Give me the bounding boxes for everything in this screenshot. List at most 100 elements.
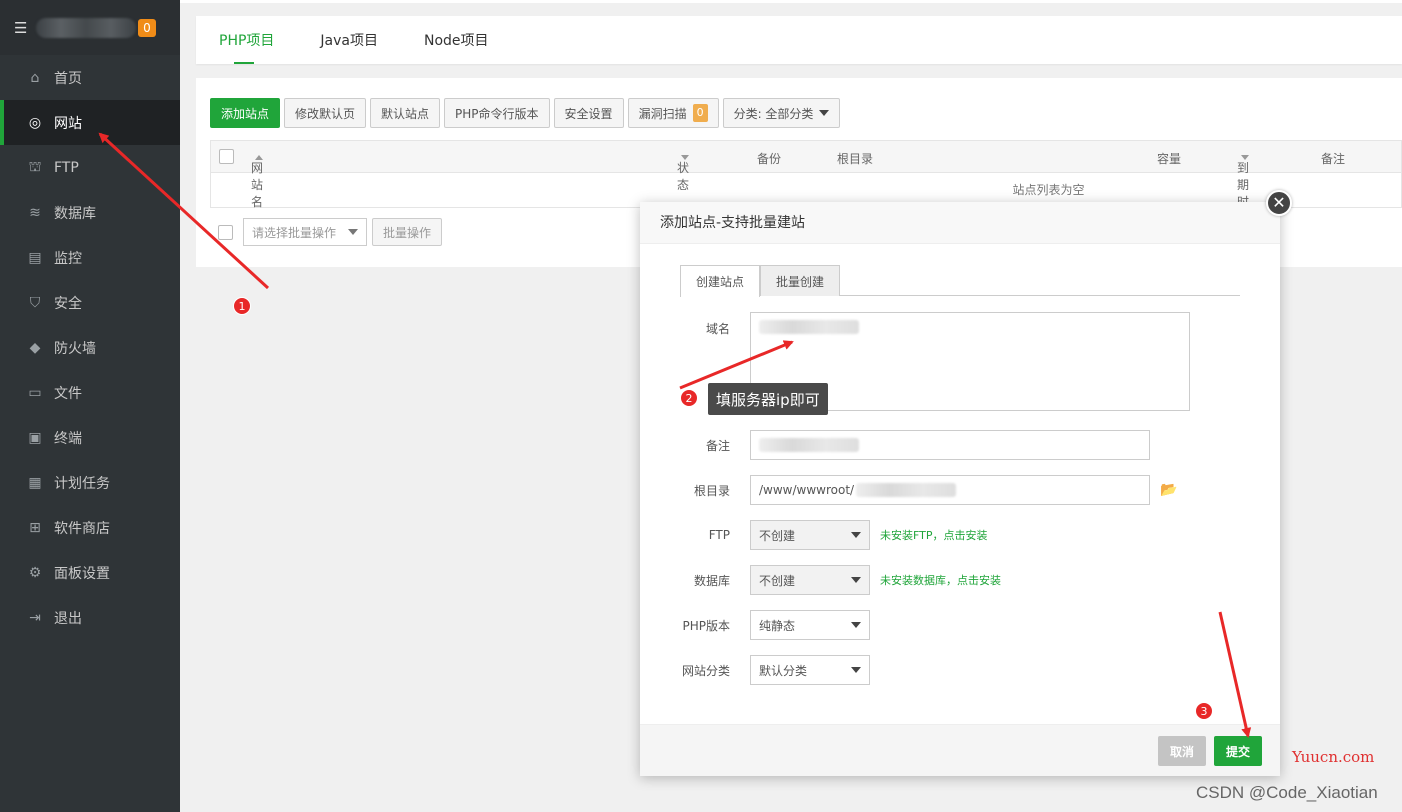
add-site-dialog: 添加站点-支持批量建站 ✕ 创建站点 批量创建 域名 备注 根目录 /www/w… [640, 190, 1292, 776]
database-label: 数据库 [693, 573, 730, 588]
tab-batch-create[interactable]: 批量创建 [760, 265, 841, 296]
cancel-button[interactable]: 取消 [1158, 736, 1207, 766]
chevron-down-icon [851, 622, 861, 628]
root-dir-blurred [856, 483, 957, 497]
add-site-button[interactable]: 添加站点 [210, 98, 281, 128]
submit-button[interactable]: 提交 [1214, 736, 1263, 766]
sidebar-item-monitor[interactable]: ▤ 监控 [0, 235, 180, 280]
sidebar-item-label: 首页 [54, 70, 82, 87]
sidebar-item-label: 数据库 [54, 205, 96, 222]
domain-label: 域名 [705, 322, 730, 336]
default-site-button[interactable]: 默认站点 [370, 98, 441, 128]
root-dir-label: 根目录 [693, 483, 730, 498]
batch-select-placeholder: 请选择批量操作 [252, 225, 337, 240]
root-dir-value: /www/wwwroot/ [759, 483, 855, 497]
monitor-icon: ▤ [28, 249, 42, 266]
notification-badge[interactable]: 0 [138, 18, 156, 37]
site-category-select[interactable]: 默认分类 [750, 655, 870, 685]
sidebar-item-label: 网站 [54, 115, 82, 132]
vuln-scan-label: 漏洞扫描 [638, 106, 687, 121]
header-site-name-label: 网站名 [251, 161, 264, 209]
header-status[interactable]: 状态 [677, 150, 689, 192]
project-tabs: PHP项目 Java项目 Node项目 [196, 16, 1402, 64]
settings-icon: ⚙ [28, 564, 42, 581]
modify-default-page-button[interactable]: 修改默认页 [284, 98, 367, 128]
header-expire[interactable]: 到期时间 [1237, 150, 1249, 226]
tab-java-project[interactable]: Java项目 [297, 16, 401, 64]
php-cli-version-button[interactable]: PHP命令行版本 [444, 98, 550, 128]
vuln-scan-button[interactable]: 漏洞扫描 0 [627, 98, 719, 128]
chevron-down-icon [851, 667, 861, 673]
remark-input[interactable] [750, 430, 1150, 460]
sidebar-item-globe[interactable]: ◎ 网站 [0, 100, 180, 145]
watermark-csdn: CSDN @Code_Xiaotian [1196, 783, 1378, 802]
site-category-row: 网站分类 默认分类 [640, 655, 1280, 685]
sidebar-item-terminal[interactable]: ▣ 终端 [0, 415, 180, 460]
folder-icon: ▭ [28, 384, 42, 401]
ftp-row: FTP 不创建 未安装FTP，点击安装 [640, 520, 1280, 550]
remark-value-blurred [759, 438, 859, 452]
sidebar-item-apps[interactable]: ⊞ 软件商店 [0, 505, 180, 550]
watermark-yuucn: Yuucn.com [1292, 748, 1375, 766]
vuln-count-badge: 0 [692, 104, 708, 122]
header-root: 根目录 [837, 152, 874, 166]
tab-node-project[interactable]: Node项目 [401, 16, 512, 64]
batch-operate-button[interactable]: 批量操作 [372, 218, 443, 246]
tab-php-project[interactable]: PHP项目 [196, 16, 297, 64]
step-2-marker: 2 [680, 389, 698, 407]
category-select-label: 分类: 全部分类 [733, 106, 814, 121]
firewall-icon: ◆ [29, 339, 41, 356]
php-version-select[interactable]: 纯静态 [750, 610, 870, 640]
tab-create-site[interactable]: 创建站点 [680, 265, 761, 297]
header-backup: 备份 [757, 152, 782, 166]
site-table: 网站名 状态 备份 根目录 容量 到期时间 备注 站点列表为空 [210, 140, 1402, 226]
dialog-title: 添加站点-支持批量建站 [640, 202, 1280, 244]
sidebar-item-label: 终端 [54, 430, 82, 447]
header-capacity: 容量 [1157, 152, 1182, 166]
sidebar-item-home[interactable]: ⌂ 首页 [0, 55, 180, 100]
category-select[interactable]: 分类: 全部分类 [722, 98, 841, 128]
chevron-down-icon [819, 110, 830, 116]
home-icon: ⌂ [30, 69, 40, 86]
database-select-value: 不创建 [759, 573, 796, 588]
step-3-marker: 3 [1195, 702, 1213, 720]
sidebar-item-shield[interactable]: ⛉ 安全 [0, 280, 180, 325]
sidebar-item-label: 计划任务 [54, 475, 110, 492]
header-status-label: 状态 [677, 161, 690, 192]
security-settings-button[interactable]: 安全设置 [553, 98, 624, 128]
header-remark: 备注 [1321, 152, 1346, 166]
ftp-install-link[interactable]: 未安装FTP，点击安装 [880, 527, 988, 543]
database-select[interactable]: 不创建 [750, 565, 870, 595]
chevron-down-icon [851, 532, 861, 538]
php-version-row: PHP版本 纯静态 [640, 610, 1280, 640]
root-dir-row: 根目录 /www/wwwroot/ 📂 [640, 475, 1280, 505]
sidebar-header: ☰ 0 [0, 0, 180, 55]
domain-value-blurred [759, 320, 859, 334]
sidebar-item-calendar[interactable]: ▦ 计划任务 [0, 460, 180, 505]
sidebar-item-firewall[interactable]: ◆ 防火墙 [0, 325, 180, 370]
sidebar-item-database[interactable]: ≋ 数据库 [0, 190, 180, 235]
sidebar-item-ftp[interactable]: ⛫ FTP [0, 145, 180, 190]
remark-row: 备注 [640, 430, 1280, 460]
sidebar-item-folder[interactable]: ▭ 文件 [0, 370, 180, 415]
folder-open-icon[interactable]: 📂 [1160, 482, 1177, 498]
batch-checkbox[interactable] [218, 224, 233, 240]
batch-select[interactable]: 请选择批量操作 [243, 218, 367, 246]
sidebar: ☰ 0 ⌂ 首页 ◎ 网站 ⛫ FTP ≋ 数据库 ▤ 监控 ⛉ 安全 ◆ 防火墙 ▭ 文件 ▣ 终端 ▦ 计划任务 ⊞… [0, 0, 180, 812]
terminal-icon: ▣ [28, 429, 42, 446]
root-dir-input[interactable]: /www/wwwroot/ [750, 475, 1150, 505]
sidebar-item-settings[interactable]: ⚙ 面板设置 [0, 550, 180, 595]
sidebar-item-label: 安全 [54, 295, 82, 312]
header-site-name[interactable]: 网站名 [251, 150, 263, 209]
sidebar-item-label: 文件 [54, 385, 82, 402]
ftp-select[interactable]: 不创建 [750, 520, 870, 550]
sidebar-item-logout[interactable]: ⇥ 退出 [0, 595, 180, 640]
select-all-checkbox[interactable] [219, 149, 234, 164]
chevron-down-icon [348, 229, 358, 235]
calendar-icon: ▦ [28, 474, 42, 491]
close-icon[interactable]: ✕ [1266, 190, 1292, 216]
database-install-link[interactable]: 未安装数据库，点击安装 [880, 572, 1001, 588]
batch-operations: 请选择批量操作 批量操作 [218, 218, 443, 246]
dialog-tabs: 创建站点 批量创建 [680, 265, 1240, 297]
database-row: 数据库 不创建 未安装数据库，点击安装 [640, 565, 1280, 595]
